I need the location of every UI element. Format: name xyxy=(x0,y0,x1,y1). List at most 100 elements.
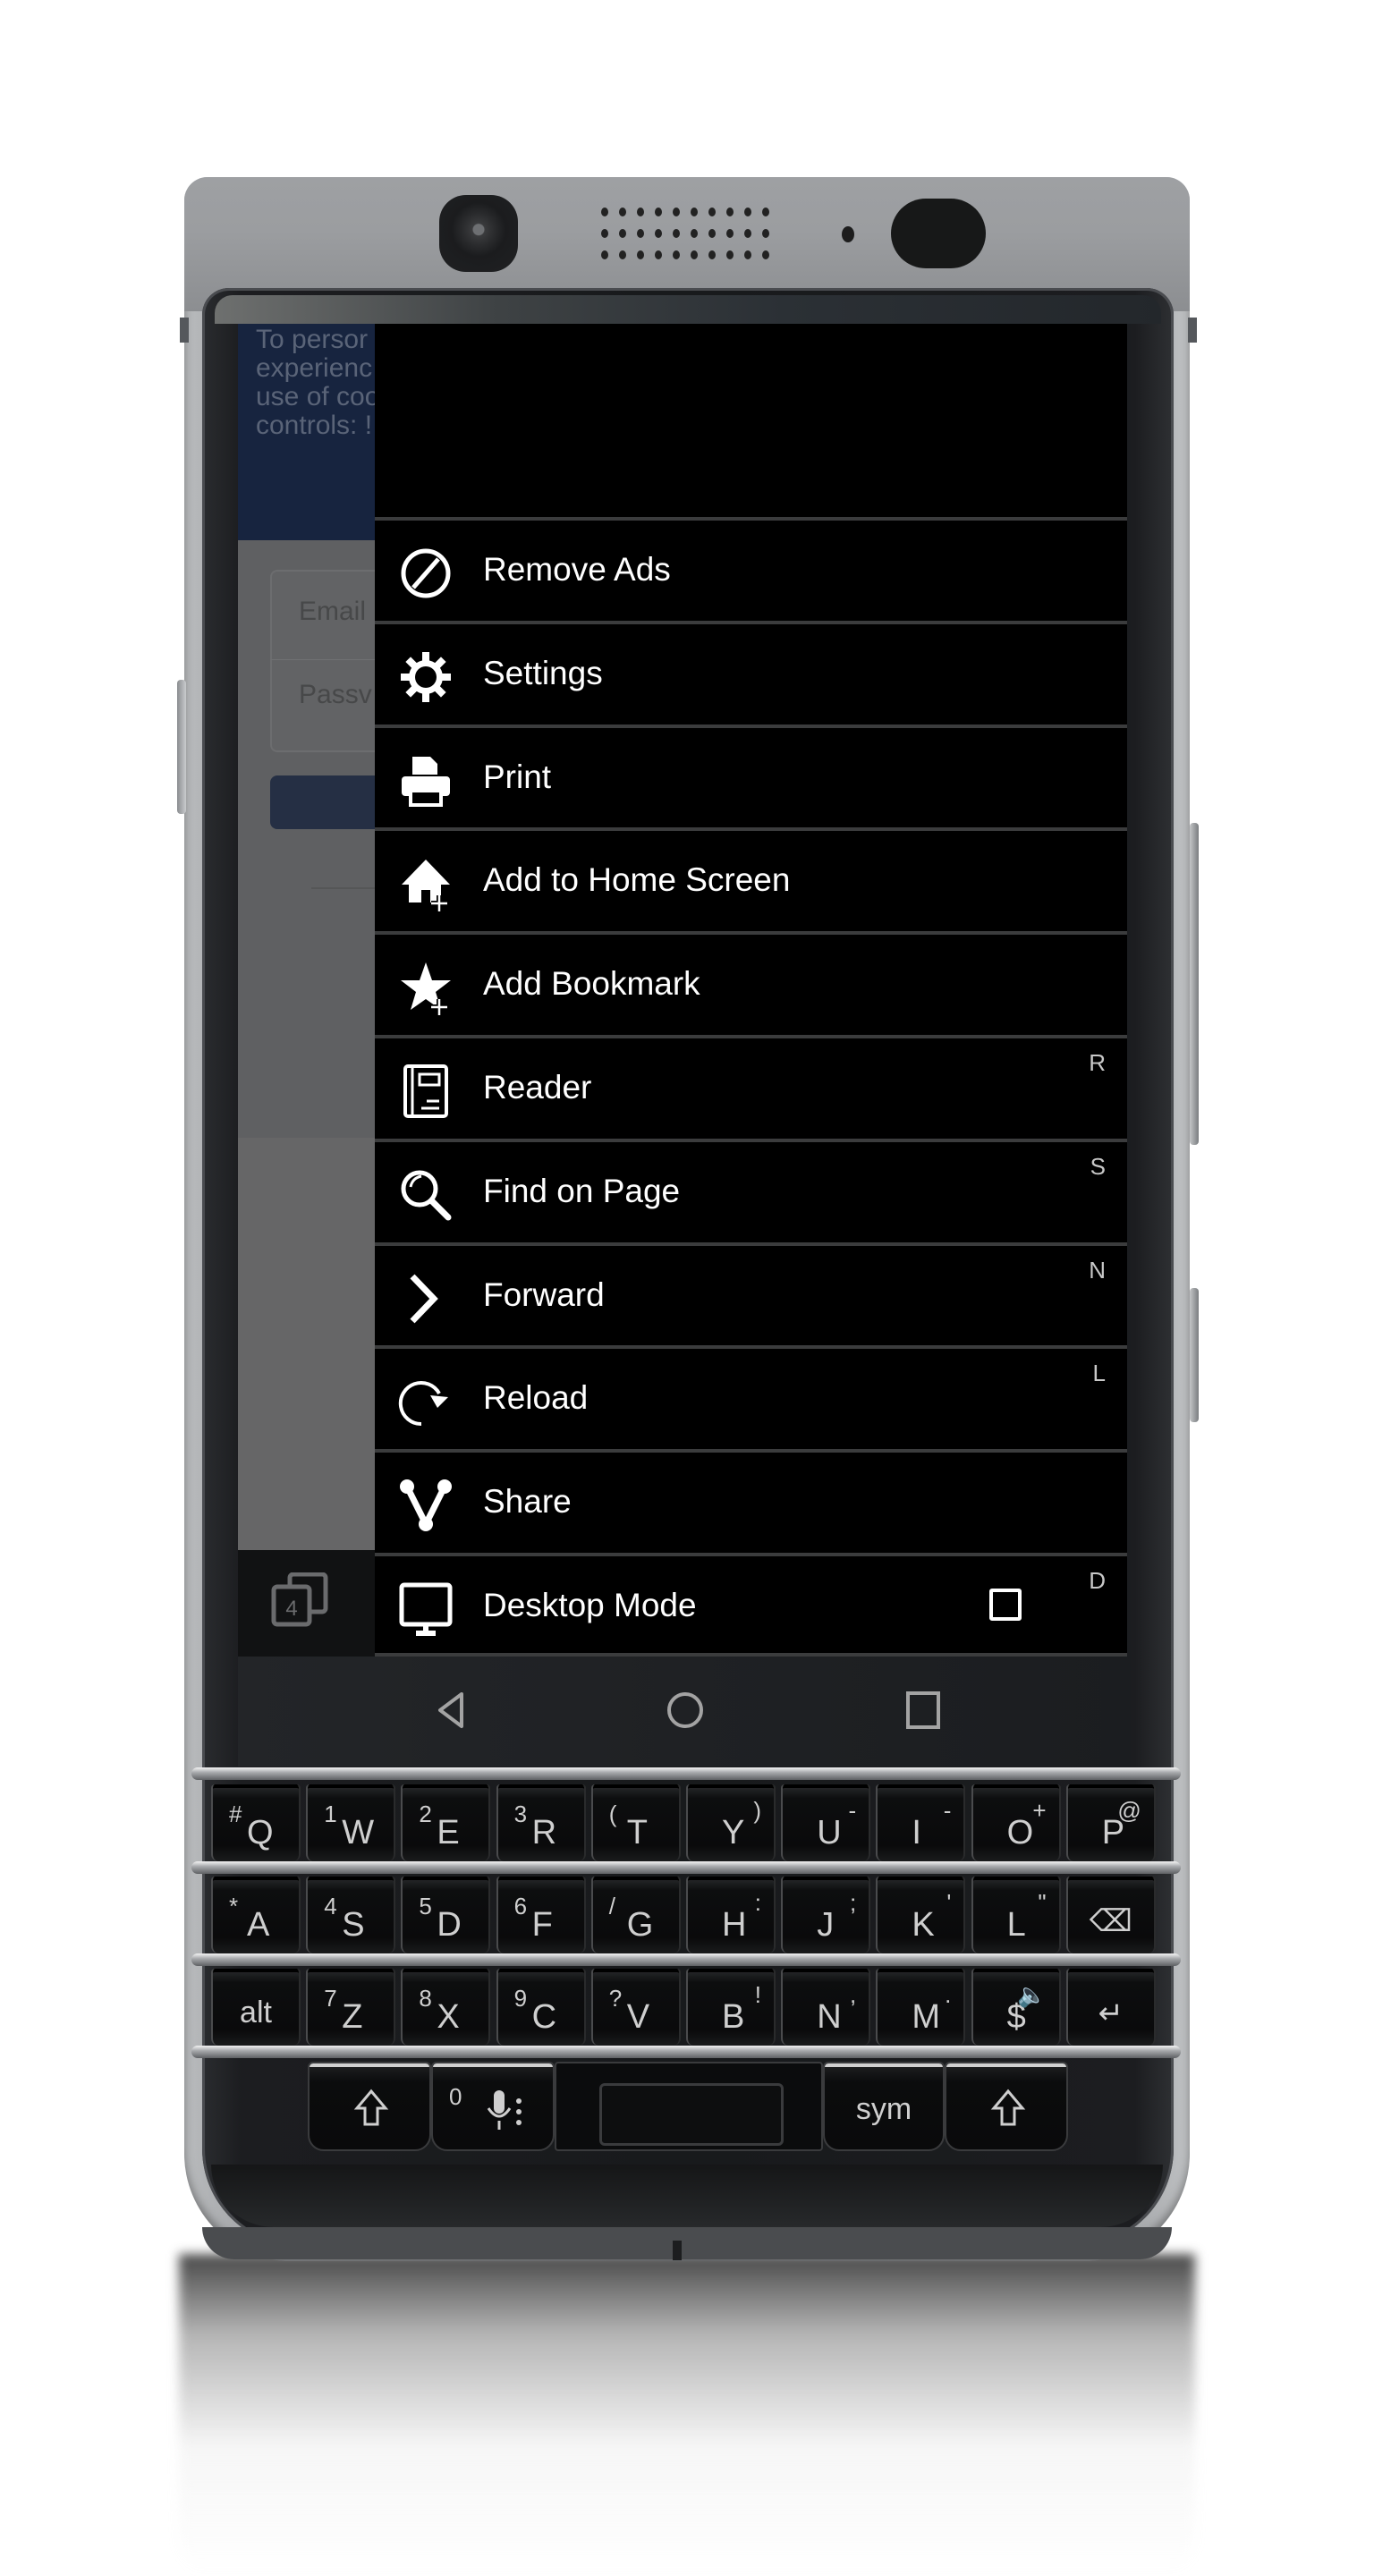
speaker-hole xyxy=(762,229,769,238)
speaker-hole xyxy=(744,250,751,259)
key-d[interactable]: D5 xyxy=(401,1877,491,1953)
key-label: S xyxy=(342,1906,365,1944)
tabs-icon[interactable]: 4 xyxy=(270,1572,331,1628)
menu-item-label: Forward xyxy=(483,1275,605,1313)
power-button[interactable] xyxy=(1190,1288,1199,1422)
key-r[interactable]: R3 xyxy=(496,1784,586,1861)
key-c[interactable]: C9 xyxy=(496,1969,586,2046)
key-a[interactable]: A * xyxy=(211,1877,301,1953)
keyboard-row-2: A * S 4 D 5 F 6 G / H: J; K ' L " ⌫ xyxy=(211,1877,1161,1953)
speaker-hole xyxy=(637,208,644,216)
speaker-hole xyxy=(762,208,769,216)
menu-item-remove-ads[interactable]: Remove Ads xyxy=(375,517,1127,621)
key-b[interactable]: B! xyxy=(686,1969,776,2046)
key-alt[interactable]: alt xyxy=(211,1969,301,2046)
menu-item-print[interactable]: Print xyxy=(375,724,1127,828)
key-p[interactable]: P @ xyxy=(1065,1784,1156,1861)
key-alt-label: ; xyxy=(849,1889,857,1916)
key-label: alt xyxy=(240,1996,272,2029)
menu-item-forward[interactable]: Forward N xyxy=(375,1241,1127,1346)
key-alt-label: ? xyxy=(608,1985,623,2012)
key-x[interactable]: X8 xyxy=(401,1969,491,2046)
desktop-mode-checkbox[interactable] xyxy=(989,1589,1022,1621)
key-label: G xyxy=(626,1906,654,1944)
key-enter[interactable]: ↵ xyxy=(1065,1969,1156,2046)
key-y[interactable]: Y) xyxy=(686,1784,776,1861)
back-icon[interactable] xyxy=(426,1683,479,1737)
device-reflection xyxy=(179,2254,1195,2576)
key-u[interactable]: U- xyxy=(781,1784,871,1861)
screen: To persor experienc use of coo controls:… xyxy=(238,324,1131,1767)
menu-item-reload[interactable]: Reload L xyxy=(375,1345,1127,1450)
convenience-key[interactable] xyxy=(177,680,186,814)
speaker-hole xyxy=(601,208,608,216)
key-alt-label: - xyxy=(943,1797,952,1824)
key-l[interactable]: L " xyxy=(971,1877,1061,1953)
key-h[interactable]: H: xyxy=(686,1877,776,1953)
left-shift-key[interactable] xyxy=(308,2062,431,2151)
cookie-banner-text: To persor experienc use of coo controls:… xyxy=(256,325,380,440)
menu-item-find-on-page[interactable]: Find on Page S xyxy=(375,1138,1127,1242)
key-$[interactable]: $ 🔈 xyxy=(971,1969,1061,2046)
side-trim-left xyxy=(180,318,189,343)
gear-icon xyxy=(401,651,451,702)
key-w[interactable]: W1 xyxy=(306,1784,396,1861)
menu-header xyxy=(375,324,1127,517)
home-icon[interactable] xyxy=(658,1683,712,1737)
shift-icon xyxy=(353,2089,389,2126)
key-o[interactable]: O + xyxy=(971,1784,1061,1861)
key-alt-label: # xyxy=(229,1801,242,1827)
menu-item-add-bookmark[interactable]: Add Bookmark xyxy=(375,931,1127,1035)
sym-key[interactable]: sym xyxy=(823,2062,945,2151)
speaker-hole xyxy=(673,208,680,216)
key-k[interactable]: K ' xyxy=(876,1877,966,1953)
volume-rocker[interactable] xyxy=(1190,823,1199,1145)
key-e[interactable]: E2 xyxy=(401,1784,491,1861)
keyboard-bottom-row: 0 sym xyxy=(308,2062,1068,2151)
key-label: N xyxy=(817,1998,842,2036)
key-q[interactable]: Q # xyxy=(211,1784,301,1861)
key-z[interactable]: Z7 xyxy=(306,1969,396,2046)
menu-item-settings[interactable]: Settings xyxy=(375,620,1127,724)
menu-item-label: Desktop Mode xyxy=(483,1587,697,1623)
key-m[interactable]: M. xyxy=(876,1969,966,2046)
key-alt-label: + xyxy=(1032,1797,1047,1824)
key-label: ⌫ xyxy=(1089,1904,1132,1938)
speaker-hole xyxy=(744,208,751,216)
key-g[interactable]: G / xyxy=(590,1877,681,1953)
login-button[interactable] xyxy=(270,775,381,829)
email-field[interactable]: Email xyxy=(299,597,366,627)
key-alt-label: / xyxy=(608,1893,616,1919)
chevron-right-icon xyxy=(410,1274,438,1324)
shortcut-key-hint: N xyxy=(1089,1256,1106,1284)
sym-key-label: sym xyxy=(855,2092,912,2126)
form-divider xyxy=(270,659,381,660)
key-v[interactable]: V? xyxy=(590,1969,681,2046)
key-j[interactable]: J; xyxy=(781,1877,871,1953)
overflow-menu: Remove Ads Settings Print Add to Home Scree… xyxy=(375,324,1127,1657)
menu-item-share[interactable]: Share xyxy=(375,1449,1127,1553)
key-n[interactable]: N, xyxy=(781,1969,871,2046)
recents-icon[interactable] xyxy=(896,1683,950,1737)
menu-item-desktop-mode[interactable]: Desktop Mode D xyxy=(375,1553,1127,1657)
password-field[interactable]: Passv xyxy=(299,680,372,710)
speaker-hole xyxy=(726,229,734,238)
menu-item-add-to-home-screen[interactable]: Add to Home Screen xyxy=(375,827,1127,932)
proximity-sensor xyxy=(842,226,854,242)
key-backspace[interactable]: ⌫ xyxy=(1065,1877,1156,1953)
key-label: E xyxy=(437,1814,460,1852)
key-t[interactable]: T( xyxy=(590,1784,681,1861)
speaker-hole xyxy=(708,250,716,259)
key-s[interactable]: S4 xyxy=(306,1877,396,1953)
space-key[interactable] xyxy=(555,2062,823,2151)
right-shift-key[interactable] xyxy=(945,2062,1068,2151)
key-i[interactable]: I- xyxy=(876,1784,966,1861)
menu-item-reader[interactable]: Reader R xyxy=(375,1035,1127,1139)
monitor-icon xyxy=(399,1582,453,1636)
key-f[interactable]: F6 xyxy=(496,1877,586,1953)
speaker-hole xyxy=(601,229,608,238)
key-alt-label: ) xyxy=(753,1797,761,1824)
fingerprint-sensor xyxy=(599,2083,784,2146)
menu-item-label: Add Bookmark xyxy=(483,965,700,1003)
mic-key[interactable]: 0 xyxy=(431,2062,555,2151)
